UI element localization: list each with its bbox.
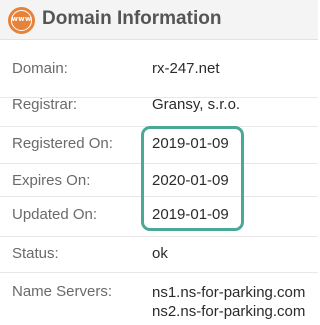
www-globe-icon: www xyxy=(8,7,35,34)
updated-on-value: 2019-01-09 xyxy=(152,206,229,223)
status-value: ok xyxy=(152,245,168,262)
status-label: Status: xyxy=(12,245,59,262)
name-server-2: ns2.ns-for-parking.com xyxy=(152,303,306,320)
registrar-value: Gransy, s.r.o. xyxy=(152,96,241,113)
registered-on-label: Registered On: xyxy=(12,135,113,152)
row-registered-on: Registered On: 2019-01-09 xyxy=(0,127,318,164)
panel-title: Domain Information xyxy=(42,8,222,29)
updated-on-label: Updated On: xyxy=(12,206,98,223)
row-domain: Domain: rx-247.net xyxy=(0,40,318,98)
www-icon-label: www xyxy=(11,15,32,23)
domain-value: rx-247.net xyxy=(152,60,220,77)
row-expires-on: Expires On: 2020-01-09 xyxy=(0,164,318,197)
registrar-label: Registrar: xyxy=(12,96,78,113)
expires-on-value: 2020-01-09 xyxy=(152,172,229,189)
name-server-1: ns1.ns-for-parking.com xyxy=(152,284,306,301)
name-servers-value: ns1.ns-for-parking.com ns2.ns-for-parkin… xyxy=(152,283,305,321)
row-name-servers: Name Servers: ns1.ns-for-parking.com ns2… xyxy=(0,273,318,325)
domain-information-panel: www Domain Information Domain: rx-247.ne… xyxy=(0,0,318,325)
row-status: Status: ok xyxy=(0,237,318,273)
name-servers-label: Name Servers: xyxy=(12,283,113,300)
domain-label: Domain: xyxy=(12,60,68,77)
panel-header: www Domain Information xyxy=(0,0,318,40)
registered-on-value: 2019-01-09 xyxy=(152,135,229,152)
row-updated-on: Updated On: 2019-01-09 xyxy=(0,197,318,237)
row-registrar: Registrar: Gransy, s.r.o. xyxy=(0,96,318,127)
expires-on-label: Expires On: xyxy=(12,172,91,189)
